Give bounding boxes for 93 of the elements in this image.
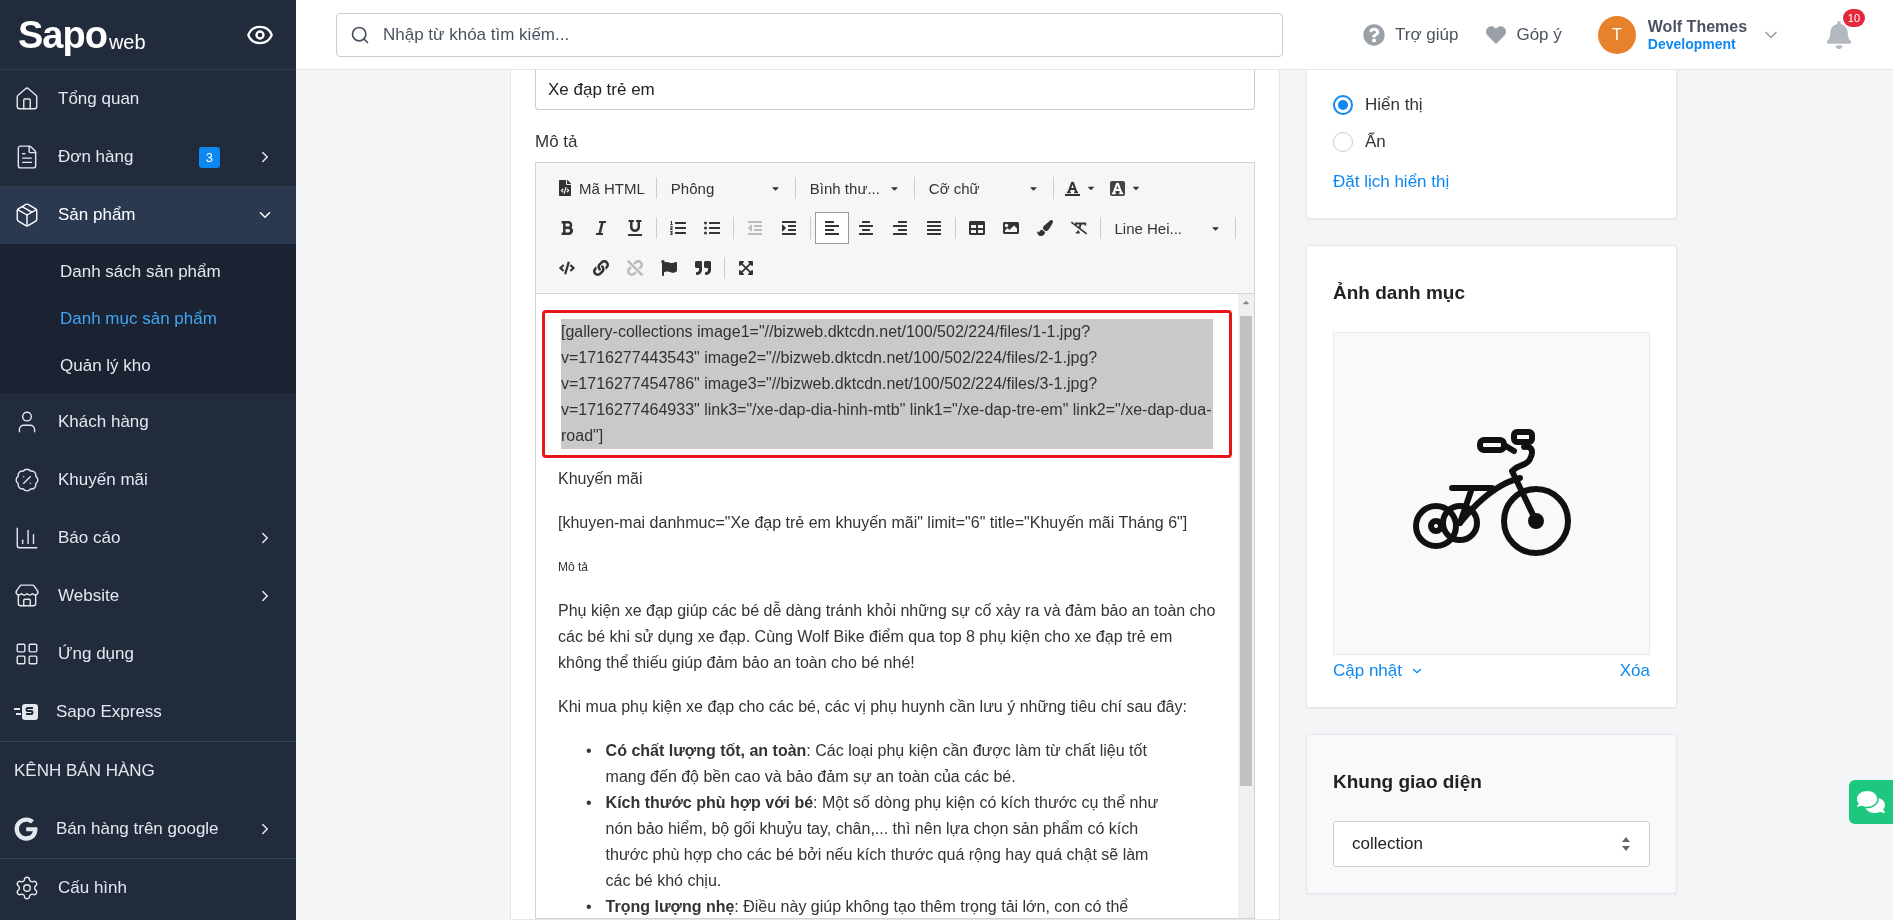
radio-option[interactable]: Ẩn <box>1333 123 1650 160</box>
sapo-web-logo[interactable]: Sapoweb <box>18 15 146 54</box>
dropdown-button[interactable]: Line Hei... <box>1104 212 1232 244</box>
list-item: Kích thước phù hợp với bé: Một số dòng phụ kiện có kích thước cụ thể như nón bảo hiểm, bộ gối khuỷu tay, chân,... thì nên lựa chọn sản phẩm có kích thước phù hợp cho các bé bởi nếu kích thước quá rộng hay quá chật sẽ làm các bé khó chịu. <box>605 793 1160 891</box>
font-color-icon <box>1064 180 1080 196</box>
align-right-icon <box>891 220 908 236</box>
express-logo-icon <box>14 702 38 722</box>
report-icon <box>14 525 40 551</box>
schedule-link[interactable]: Đặt lịch hiển thị <box>1333 172 1450 192</box>
fullscreen-icon <box>738 260 754 276</box>
feedback-link[interactable]: Góp ý <box>1486 24 1562 45</box>
sidebar-item[interactable]: Khách hàng <box>0 393 296 451</box>
paragraph: Khuyến mãi <box>557 469 644 489</box>
small-heading: Mô tả <box>557 559 589 576</box>
indent-icon <box>780 220 797 236</box>
sidebar-item[interactable]: Tổng quan <box>0 70 296 128</box>
sidebar-item[interactable]: Đơn hàng 3 <box>0 128 296 186</box>
sidebar-item[interactable]: Website <box>0 567 296 625</box>
card-title: Khung giao diện <box>1333 771 1483 793</box>
section-title: KÊNH BÁN HÀNG <box>13 760 156 782</box>
field-label: Mô tả <box>535 132 579 152</box>
search-field[interactable]: Nhập từ khóa tìm kiếm... <box>336 12 1283 57</box>
clear-format-icon <box>1070 220 1087 236</box>
update-link[interactable]: Cập nhật <box>1333 661 1424 681</box>
delete-link[interactable]: Xóa <box>1619 661 1650 681</box>
bullet-list-icon <box>703 220 720 236</box>
sidebar-item[interactable]: Ứng dụng <box>0 625 296 683</box>
bullet: • <box>586 793 592 813</box>
paragraph: Phụ kiện xe đạp giúp các bé dễ dàng tránh khỏi những sự cố xảy ra và đảm bảo an toàn cho các bé khi sử dụng xe đạp. Cùng Wolf Bike điểm qua top 8 phụ kiện cho xe đạp trẻ em không thể thiếu giúp đảm bảo an toàn cho bé nhé! <box>557 600 1217 673</box>
flag-icon <box>661 260 677 276</box>
search-icon <box>350 24 370 45</box>
italic-icon <box>593 220 609 236</box>
list-item: Trọng lượng nhẹ: Điều này giúp không tạo thêm trọng tải lớn, con có thể <box>605 897 1129 917</box>
code-file-icon <box>557 180 573 196</box>
html-source-button[interactable]: Mã HTML <box>550 172 652 204</box>
sidebar-item[interactable]: Bán hàng trên google <box>0 800 296 858</box>
sidebar-item[interactable]: Sản phẩm <box>0 186 296 244</box>
highlight-color-icon <box>1109 180 1125 196</box>
code-icon <box>559 260 575 276</box>
heart-icon <box>1486 24 1507 45</box>
sidebar-item[interactable]: Sapo Express <box>0 683 296 741</box>
store-name: Development <box>1647 35 1737 52</box>
justify-icon <box>925 220 942 236</box>
google-icon <box>14 817 38 841</box>
apps-icon <box>14 641 40 667</box>
user-name: Wolf Themes <box>1647 17 1748 36</box>
template-select[interactable]: collection <box>1333 821 1650 867</box>
home-icon <box>14 86 40 112</box>
scrollbar[interactable] <box>1238 294 1254 918</box>
chat-icon <box>1857 788 1885 816</box>
quote-icon <box>695 260 711 276</box>
submenu-item[interactable]: Danh sách sản phẩm <box>0 248 296 295</box>
align-left-button[interactable] <box>814 212 849 244</box>
count-badge: 3 <box>198 146 220 168</box>
settings-icon <box>14 875 40 901</box>
website-icon <box>14 583 40 609</box>
radio-button[interactable] <box>1333 94 1353 115</box>
paragraph: [khuyen-mai danhmuc="Xe đạp trẻ em khuyến mãi" limit="6" title="Khuyến mãi Tháng 6"] <box>557 513 1189 533</box>
sidebar-item[interactable]: Khuyến mãi <box>0 451 296 509</box>
underline-icon <box>627 220 643 236</box>
card-title: Ảnh danh mục <box>1333 282 1466 304</box>
submenu-item[interactable]: Quản lý kho <box>0 342 296 389</box>
sidebar-item[interactable]: Báo cáo <box>0 509 296 567</box>
bullet: • <box>586 897 592 917</box>
help-icon <box>1363 23 1385 46</box>
scroll-thumb[interactable] <box>1240 316 1252 786</box>
align-left-icon <box>823 220 840 236</box>
dropdown-button[interactable]: Phông <box>660 172 791 204</box>
notification-count: 10 <box>1842 8 1866 27</box>
dropdown-button[interactable]: Bình thư... <box>799 172 910 204</box>
notification-bell-icon[interactable] <box>1825 20 1854 49</box>
up-down-caret-icon <box>1621 836 1631 852</box>
bold-icon <box>559 220 575 236</box>
paragraph: Khi mua phụ kiện xe đạp cho các bé, các vị phụ huynh cần lưu ý những tiêu chí sau đây: <box>557 697 1188 717</box>
link-icon <box>593 260 609 276</box>
bullet: • <box>586 741 592 761</box>
name-input-field[interactable]: Xe đạp trẻ em <box>535 70 1255 110</box>
product-icon <box>14 202 40 228</box>
shortcode-text: [gallery-collections image1="//bizweb.dktcdn.net/100/502/224/files/1-1.jpg?v=1716277443543" image2="//bizweb.dktcdn.net/100/502/224/files/2-1.jpg?v=1716277454786" image3="//bizweb.dktcdn.net/100/502/224/files/3-1.jpg?v=1716277464933" link3="/xe-dap-dia-hinh-mtb" link1="/xe-dap-tre-em" link2="/xe-dap-dua-road"] <box>561 319 1213 449</box>
help-link[interactable]: Trợ giúp <box>1363 23 1459 46</box>
align-center-icon <box>857 220 874 236</box>
table-icon <box>968 220 985 236</box>
image-icon <box>1002 220 1019 236</box>
numbered-list-icon <box>669 220 686 236</box>
paint-brush-icon <box>1036 220 1053 236</box>
sidebar-item[interactable]: Cấu hình <box>0 859 296 917</box>
promo-icon <box>14 467 40 493</box>
radio-option[interactable]: Hiển thị <box>1333 86 1650 123</box>
unlink-icon <box>627 260 643 276</box>
list-item: Có chất lượng tốt, an toàn: Các loại phụ kiện cần được làm từ chất liệu tốt mang đến độ bền cao và bảo đảm sự an toàn của các bé. <box>605 741 1148 787</box>
outdent-icon <box>746 220 763 236</box>
submenu-item[interactable]: Danh mục sản phẩm <box>0 295 296 342</box>
dropdown-button[interactable]: Cỡ chữ <box>918 172 1049 204</box>
